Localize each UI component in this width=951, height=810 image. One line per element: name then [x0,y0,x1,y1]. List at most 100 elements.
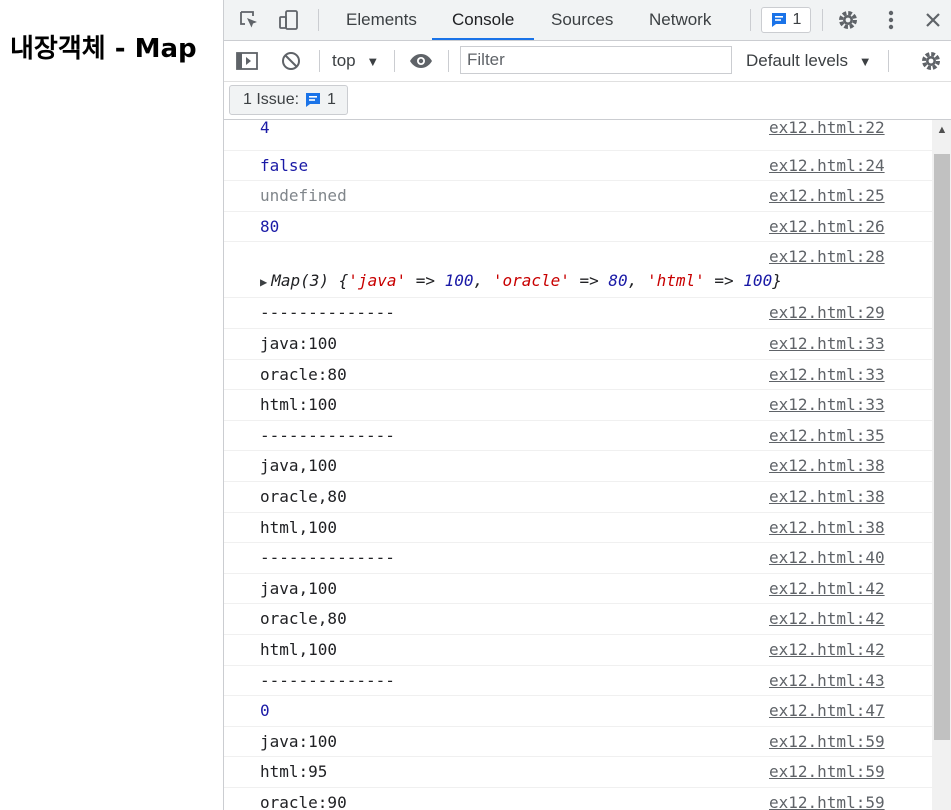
console-message: false [260,155,309,175]
issues-badge-count: 1 [792,11,802,28]
console-row: java,100 ex12.html:38 [224,451,932,482]
close-icon[interactable] [921,8,945,32]
console-row: html,100 ex12.html:38 [224,513,932,544]
source-link[interactable]: ex12.html:43 [769,671,885,690]
console-message: -------------- [260,670,395,690]
live-expression-eye-icon[interactable] [409,49,433,73]
tab-sources[interactable]: Sources [551,0,613,40]
console-row: false ex12.html:24 [224,151,932,182]
console-toolbar: top ▼ Default levels ▼ [224,41,951,82]
source-link[interactable]: ex12.html:42 [769,609,885,628]
inspect-element-icon[interactable] [237,8,261,32]
map-arrow: => [714,271,734,291]
issues-badge-button[interactable]: 1 [761,7,811,33]
map-value: 100 [743,271,773,291]
console-message: oracle,80 [260,486,347,506]
issues-label: 1 Issue: [243,91,300,108]
map-preview[interactable]: ▶ Map(3) {'java' => 100, 'oracle' => 80, … [260,271,782,290]
toolbar-divider [319,50,320,72]
tab-elements[interactable]: Elements [346,0,417,40]
console-row: oracle,80 ex12.html:38 [224,482,932,513]
console-row: -------------- ex12.html:40 [224,543,932,574]
console-row: oracle:80 ex12.html:33 [224,360,932,391]
context-selector-value: top [332,51,356,70]
source-link[interactable]: ex12.html:38 [769,518,885,537]
tab-console[interactable]: Console [452,0,514,40]
map-arrow: => [415,271,435,291]
source-link[interactable]: ex12.html:38 [769,487,885,506]
source-link[interactable]: ex12.html:25 [769,186,885,205]
console-message: oracle:90 [260,792,347,810]
toolbar-divider [822,9,823,31]
source-link[interactable]: ex12.html:35 [769,426,885,445]
map-key: 'java' [348,271,407,291]
console-row: html,100 ex12.html:42 [224,635,932,666]
map-suffix: } [772,271,782,291]
source-link[interactable]: ex12.html:33 [769,365,885,384]
console-message: -------------- [260,425,395,445]
page-title: 내장객체 - Map [10,34,197,64]
filter-input[interactable] [460,46,732,74]
source-link[interactable]: ex12.html:42 [769,579,885,598]
source-link[interactable]: ex12.html:38 [769,456,885,475]
console-message: java:100 [260,731,338,751]
dropdown-arrow-icon: ▼ [858,54,872,69]
log-levels-dropdown[interactable]: Default levels ▼ [746,41,872,81]
expand-triangle-icon[interactable]: ▶ [260,275,267,289]
console-settings-gear-icon[interactable] [919,49,943,73]
console-message: undefined [260,186,347,206]
console-row: java:100 ex12.html:59 [224,727,932,758]
console-row: oracle:90 ex12.html:59 [224,788,932,810]
source-link[interactable]: ex12.html:42 [769,640,885,659]
show-sidebar-icon[interactable] [235,49,259,73]
console-message: oracle:80 [260,364,347,384]
console-row: java,100 ex12.html:42 [224,574,932,605]
scrollbar-thumb[interactable] [934,154,950,740]
active-tab-indicator [432,38,534,40]
context-selector[interactable]: top ▼ [332,41,379,81]
console-row: 4 ex12.html:22 [224,120,932,151]
console-scrollbar[interactable]: ▲ [932,120,951,810]
more-options-icon[interactable] [879,8,903,32]
devtools-panel: Elements Console Sources Network 1 top ▼… [223,0,951,810]
console-row: -------------- ex12.html:43 [224,666,932,697]
console-message: html,100 [260,639,338,659]
tab-network[interactable]: Network [649,0,711,40]
toolbar-divider [750,9,751,31]
console-message: java,100 [260,578,338,598]
source-link[interactable]: ex12.html:24 [769,156,885,175]
issues-bar: 1 Issue: 1 [224,82,951,120]
devtools-tabbar: Elements Console Sources Network 1 [224,0,951,41]
source-link[interactable]: ex12.html:59 [769,732,885,751]
source-link[interactable]: ex12.html:33 [769,395,885,414]
issues-count: 1 [327,91,336,108]
console-message: html,100 [260,517,338,537]
console-row: ex12.html:28 ▶ Map(3) {'java' => 100, 'or… [224,242,932,299]
console-row: html:95 ex12.html:59 [224,757,932,788]
source-link[interactable]: ex12.html:40 [769,548,885,567]
dropdown-arrow-icon: ▼ [366,54,380,69]
issue-message-icon [306,93,321,107]
clear-console-icon[interactable] [279,49,303,73]
source-link[interactable]: ex12.html:28 [769,247,885,266]
settings-gear-icon[interactable] [836,8,860,32]
source-link[interactable]: ex12.html:59 [769,793,885,810]
source-link[interactable]: ex12.html:26 [769,217,885,236]
scroll-up-arrow-icon[interactable]: ▲ [932,124,951,140]
console-message: 80 [260,216,280,236]
console-message: java:100 [260,333,338,353]
source-link[interactable]: ex12.html:33 [769,334,885,353]
source-link[interactable]: ex12.html:29 [769,303,885,322]
console-row: java:100 ex12.html:33 [224,329,932,360]
issue-message-icon [771,13,786,27]
toolbar-divider [888,50,889,72]
map-key: 'html' [646,271,705,291]
issues-button[interactable]: 1 Issue: 1 [229,85,348,115]
console-message: java,100 [260,456,338,476]
console-row: html:100 ex12.html:33 [224,390,932,421]
source-link[interactable]: ex12.html:22 [769,120,885,137]
device-toolbar-icon[interactable] [277,8,301,32]
source-link[interactable]: ex12.html:59 [769,762,885,781]
source-link[interactable]: ex12.html:47 [769,701,885,720]
console-message: oracle,80 [260,609,347,629]
